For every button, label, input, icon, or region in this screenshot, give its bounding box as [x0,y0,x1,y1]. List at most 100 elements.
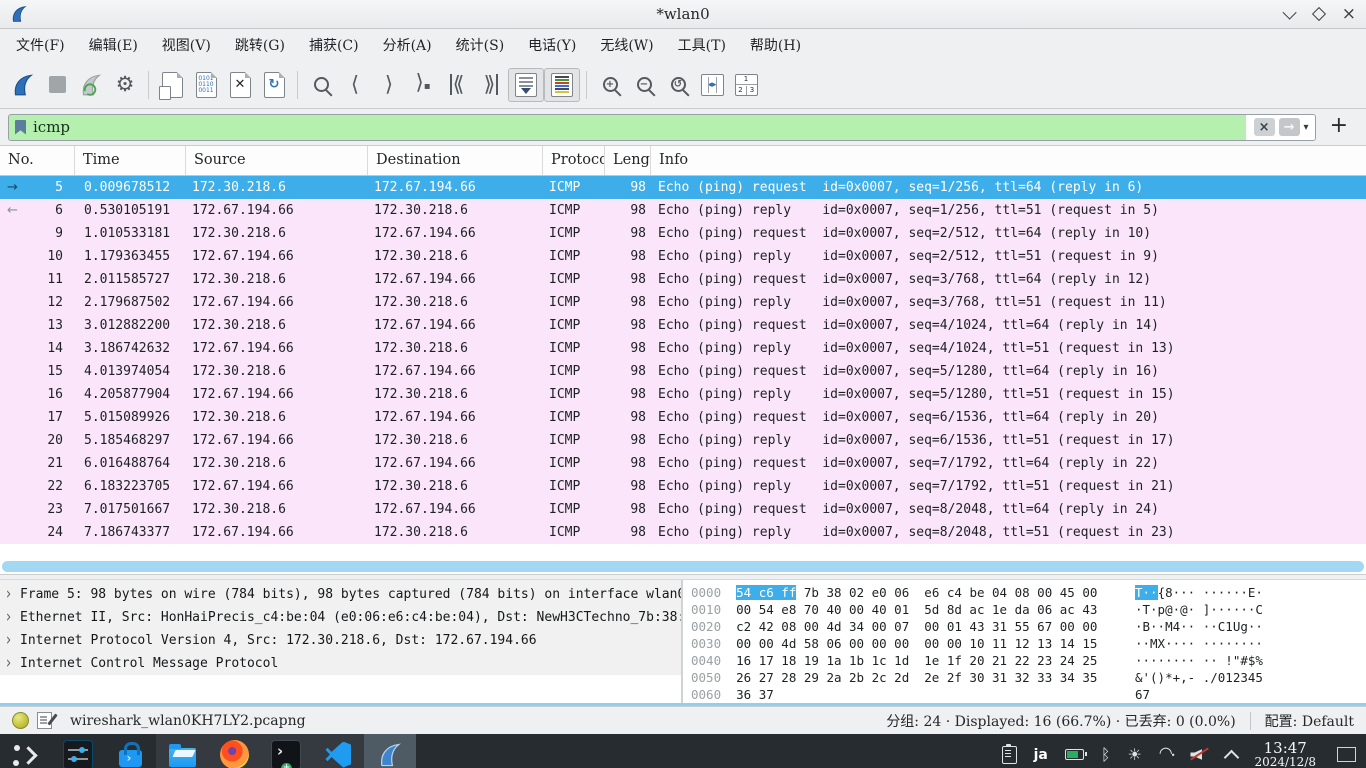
start-capture-button[interactable] [6,69,40,101]
ascii-bytes[interactable]: ·T·p@·@· ]······C [1135,602,1263,617]
hex-bytes[interactable]: 36 37 [736,686,1135,703]
column-header-length[interactable]: Length [605,146,651,175]
zoom-reset-button[interactable]: ↺ [661,69,695,101]
volume-muted-tray-icon[interactable] [1190,747,1209,762]
show-desktop-button[interactable] [1337,747,1356,762]
menu-item[interactable]: 视图(V) [150,30,223,60]
close-file-button[interactable]: ✕ [223,69,257,101]
wifi-tray-icon[interactable]: ◠• [1159,745,1174,764]
hex-bytes[interactable]: 26 27 28 29 2a 2b 2c 2d 2e 2f 30 31 32 3… [736,669,1135,686]
open-file-button[interactable] [155,69,189,101]
capture-filename[interactable]: wireshark_wlan0KH7LY2.pcapng [70,713,306,729]
hex-bytes[interactable]: 54 c6 ff 7b 38 02 e0 06 e6 c4 be 04 08 0… [736,584,1135,601]
ascii-bytes[interactable]: ·B··M4·· ··C1Ug·· [1135,619,1263,634]
find-packet-button[interactable] [304,69,338,101]
hex-row[interactable]: 001000 54 e8 70 40 00 40 01 5d 8d ac 1e … [691,601,1366,618]
auto-scroll-toggle[interactable] [508,68,544,102]
detail-row[interactable]: ›Frame 5: 98 bytes on wire (784 bits), 9… [0,583,681,606]
filter-add-button[interactable]: + [1324,116,1358,139]
tray-expand-caret-icon[interactable] [1224,749,1240,765]
first-packet-button[interactable]: ⟪ [440,69,474,101]
resize-columns-button[interactable]: ◂▸ [695,69,729,101]
ascii-bytes[interactable]: ········ ·· !"#$% [1135,653,1263,668]
reload-file-button[interactable]: ↻ [257,69,291,101]
menu-item[interactable]: 工具(T) [666,30,738,60]
packet-row[interactable]: 10 1.179363455 172.67.194.66 172.30.218.… [0,245,1366,268]
hex-row[interactable]: 004016 17 18 19 1a 1b 1c 1d 1e 1f 20 21 … [691,652,1366,669]
packet-row[interactable]: 11 2.011585727 172.30.218.6 172.67.194.6… [0,268,1366,291]
ascii-bytes[interactable]: 67 [1135,687,1150,702]
filter-input[interactable] [33,115,1246,140]
hex-bytes[interactable]: 00 54 e8 70 40 00 40 01 5d 8d ac 1e da 0… [736,601,1135,618]
menu-item[interactable]: 文件(F) [4,30,77,60]
maximize-button[interactable] [1312,7,1326,21]
column-header-no[interactable]: No. [0,146,75,175]
hex-row[interactable]: 000054 c6 ff 7b 38 02 e0 06 e6 c4 be 04 … [691,584,1366,601]
firefox-task[interactable] [208,734,260,768]
packet-row[interactable]: ←6 0.530105191 172.67.194.66 172.30.218.… [0,199,1366,222]
vscode-task[interactable] [312,734,364,768]
app-launcher-button[interactable] [0,734,52,768]
detail-row[interactable]: ›Internet Protocol Version 4, Src: 172.3… [0,629,681,652]
packet-row[interactable]: 17 5.015089926 172.30.218.6 172.67.194.6… [0,406,1366,429]
brightness-tray-icon[interactable]: ☀ [1127,747,1141,763]
hex-bytes[interactable]: c2 42 08 00 4d 34 00 07 00 01 43 31 55 6… [736,618,1135,635]
filter-clear-icon[interactable]: × [1254,118,1275,136]
go-to-packet-button[interactable]: ⟩▪ [406,69,440,101]
menu-item[interactable]: 帮助(H) [738,30,813,60]
battery-tray-icon[interactable] [1065,749,1084,760]
menu-item[interactable]: 编辑(E) [77,30,150,60]
input-method-indicator[interactable]: ja [1034,748,1048,762]
window-titlebar[interactable]: *wlan0 × [0,0,1366,29]
ascii-bytes[interactable]: ··MX···· ········ [1135,636,1263,651]
bluetooth-tray-icon[interactable]: ᛒ [1101,747,1111,763]
display-filter-field[interactable]: × → ▾ [8,114,1316,141]
packet-row[interactable]: 22 6.183223705 172.67.194.66 172.30.218.… [0,475,1366,498]
packet-row[interactable]: 16 4.205877904 172.67.194.66 172.30.218.… [0,383,1366,406]
expert-info-icon[interactable] [12,712,29,729]
column-header-source[interactable]: Source [186,146,368,175]
menu-item[interactable]: 跳转(G) [223,30,297,60]
filter-dropdown-arrow[interactable]: ▾ [1304,122,1309,133]
column-header-info[interactable]: Info [651,146,1366,175]
zoom-out-button[interactable]: − [627,69,661,101]
expander-icon[interactable]: › [6,652,20,675]
profile-label[interactable]: 配置: Default [1265,711,1366,731]
packet-row[interactable]: 21 6.016488764 172.30.218.6 172.67.194.6… [0,452,1366,475]
expander-icon[interactable]: › [6,629,20,652]
menu-item[interactable]: 分析(A) [371,30,444,60]
hex-row[interactable]: 0020c2 42 08 00 4d 34 00 07 00 01 43 31 … [691,618,1366,635]
capture-comment-icon[interactable] [37,712,52,729]
hex-row[interactable]: 005026 27 28 29 2a 2b 2c 2d 2e 2f 30 31 … [691,669,1366,686]
ascii-bytes[interactable]: &'()*+,- ./012345 [1135,670,1263,685]
menu-item[interactable]: 捕获(C) [297,30,371,60]
packet-row[interactable]: 12 2.179687502 172.67.194.66 172.30.218.… [0,291,1366,314]
wireshark-task[interactable] [364,734,416,768]
stop-capture-button[interactable] [40,69,74,101]
go-forward-button[interactable]: ⟩ [372,69,406,101]
packet-row[interactable]: 23 7.017501667 172.30.218.6 172.67.194.6… [0,498,1366,521]
scrollbar-thumb[interactable] [2,561,1364,572]
packet-row[interactable]: 13 3.012882200 172.30.218.6 172.67.194.6… [0,314,1366,337]
hex-row[interactable]: 003000 00 4d 58 06 00 00 00 00 00 10 11 … [691,635,1366,652]
colorize-toggle[interactable] [544,68,580,102]
discover-button[interactable] [104,734,156,768]
ascii-bytes[interactable]: T··{8··· ······E· [1135,585,1263,600]
packet-row[interactable]: 14 3.186742632 172.67.194.66 172.30.218.… [0,337,1366,360]
packet-row[interactable]: →5 0.009678512 172.30.218.6 172.67.194.6… [0,176,1366,199]
column-header-destination[interactable]: Destination [368,146,543,175]
column-header-protocol[interactable]: Protocol [543,146,605,175]
hex-bytes[interactable]: 16 17 18 19 1a 1b 1c 1d 1e 1f 20 21 22 2… [736,652,1135,669]
menu-item[interactable]: 统计(S) [444,30,517,60]
zoom-in-button[interactable]: + [593,69,627,101]
filter-apply-icon[interactable]: → [1279,118,1300,136]
terminal-task[interactable] [260,734,312,768]
expander-icon[interactable]: › [6,606,20,629]
detail-row[interactable]: ›Internet Control Message Protocol [0,652,681,675]
packet-row[interactable]: 24 7.186743377 172.67.194.66 172.30.218.… [0,521,1366,544]
system-settings-button[interactable] [52,734,104,768]
clock-widget[interactable]: 13:47 2024/12/8 [1254,740,1316,768]
go-back-button[interactable]: ⟨ [338,69,372,101]
menu-item[interactable]: 无线(W) [588,30,665,60]
menu-item[interactable]: 电话(Y) [516,30,588,60]
